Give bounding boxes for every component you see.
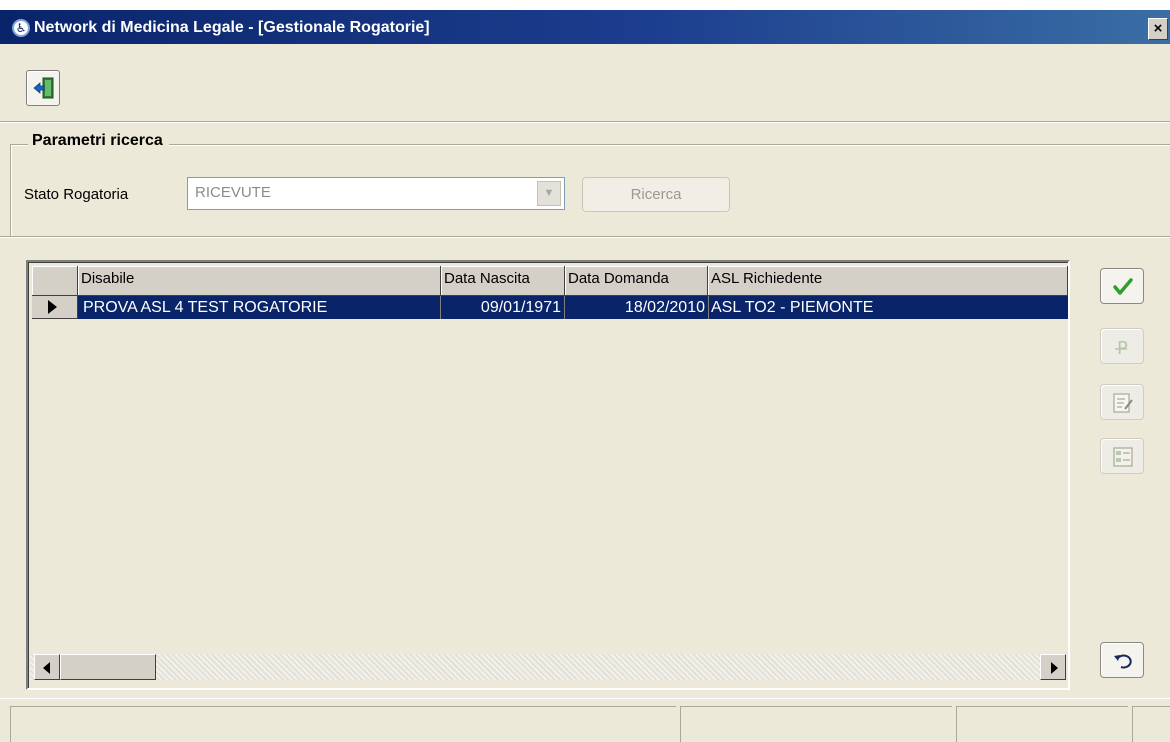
row-pointer-icon: [48, 300, 57, 314]
toolbar: [0, 44, 1170, 122]
status-panel-1: [10, 706, 676, 742]
exit-button[interactable]: [26, 70, 60, 106]
stato-rogatoria-label: Stato Rogatoria: [24, 186, 129, 203]
window-title: Network di Medicina Legale - [Gestionale…: [34, 19, 430, 36]
cell-data-nascita[interactable]: 09/01/1971: [441, 297, 564, 319]
column-header-data-nascita[interactable]: Data Nascita: [441, 266, 565, 296]
chevron-down-icon[interactable]: ▼: [537, 181, 561, 206]
arrow-right-icon: [1051, 662, 1058, 674]
group-title: Parametri ricerca: [28, 132, 169, 150]
checkmark-icon: [1113, 278, 1133, 295]
undo-button[interactable]: [1100, 642, 1144, 678]
p-symbol-icon: P: [1115, 338, 1128, 359]
row-indicator: [32, 296, 78, 319]
undo-icon: [1114, 654, 1132, 669]
cell-disabile[interactable]: PROVA ASL 4 TEST ROGATORIE: [80, 297, 440, 319]
scroll-left-button[interactable]: [34, 654, 60, 680]
results-grid[interactable]: [26, 260, 1070, 690]
row-indicator-header: [32, 266, 78, 296]
status-panel-4: [1132, 706, 1170, 742]
column-header-data-domanda[interactable]: Data Domanda: [565, 266, 708, 296]
cell-data-domanda[interactable]: 18/02/2010: [565, 297, 708, 319]
status-panel-2: [680, 706, 952, 742]
cell-asl-richiedente[interactable]: ASL TO2 - PIEMONTE: [708, 297, 1066, 319]
horizontal-scrollbar[interactable]: [30, 654, 1066, 680]
edit-button[interactable]: [1100, 384, 1144, 420]
app-icon: ♿: [12, 19, 30, 37]
edit-document-icon: [1113, 393, 1133, 413]
scroll-right-button[interactable]: [1040, 654, 1066, 680]
toolbar-separator: [0, 122, 1170, 123]
column-header-asl-richiedente[interactable]: ASL Richiedente: [708, 266, 1068, 296]
status-panel-3: [956, 706, 1128, 742]
form-icon: [1113, 447, 1133, 467]
close-button[interactable]: ×: [1148, 18, 1168, 40]
p-action-button[interactable]: P: [1100, 328, 1144, 364]
stato-rogatoria-value: RICEVUTE: [195, 184, 271, 201]
arrow-left-icon: [43, 662, 50, 674]
separator-highlight: [0, 237, 1170, 238]
scroll-thumb[interactable]: [60, 654, 156, 680]
ricerca-button[interactable]: Ricerca: [582, 177, 730, 212]
form-button[interactable]: [1100, 438, 1144, 474]
column-header-disabile[interactable]: Disabile: [78, 266, 441, 296]
exit-door-icon: [33, 77, 54, 99]
confirm-button[interactable]: [1100, 268, 1144, 304]
